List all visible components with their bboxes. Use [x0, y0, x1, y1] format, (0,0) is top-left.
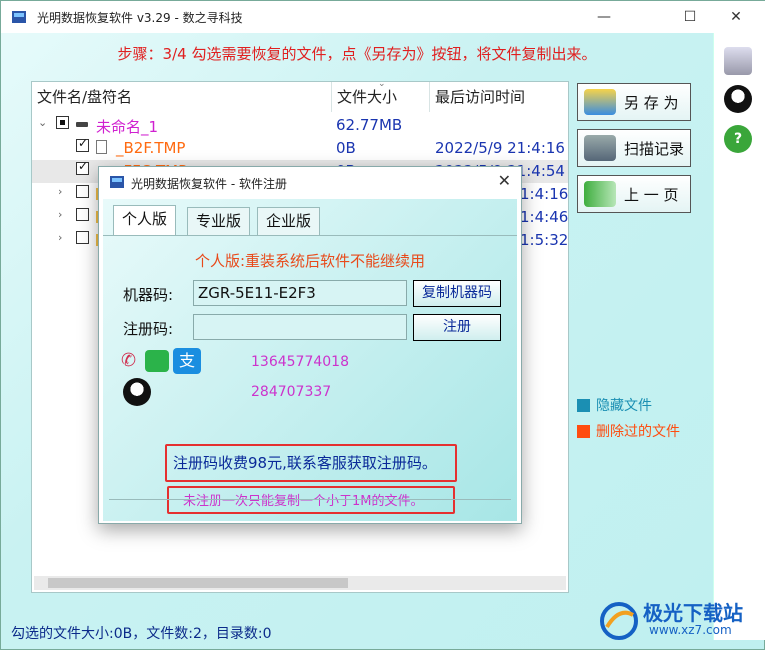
maximize-button[interactable]: ☐: [667, 1, 713, 33]
reg-code-input[interactable]: [193, 314, 407, 340]
row-size: 0B: [336, 139, 356, 157]
row-time: 1:5:32: [520, 231, 569, 249]
copy-machine-code-button[interactable]: 复制机器码: [413, 280, 501, 307]
app-logo-icon: [12, 11, 26, 23]
watermark-logo-icon: [600, 602, 638, 640]
drive-icon: [76, 122, 88, 127]
alipay-icon: 支: [173, 348, 201, 374]
row-name: 未命名_1: [96, 118, 159, 136]
settings-icon[interactable]: [724, 47, 752, 75]
scrollbar-thumb[interactable]: [48, 578, 348, 588]
expand-chevron-icon[interactable]: ›: [58, 208, 62, 221]
expand-chevron-icon[interactable]: ›: [58, 231, 62, 244]
sort-arrow-icon: ⌄: [378, 79, 386, 89]
minimize-button[interactable]: —: [581, 1, 627, 33]
window-title: 光明数据恢复软件 v3.29 - 数之寻科技: [37, 11, 243, 25]
tier-note: 个人版:重装系统后软件不能继续用: [194, 252, 426, 270]
prev-page-button[interactable]: 上 一 页: [577, 175, 691, 213]
help-icon[interactable]: ?: [724, 125, 752, 153]
step-hint: 步骤：3/4 勾选需要恢复的文件，点《另存为》按钮，将文件复制出来。: [117, 45, 597, 63]
phone-icon: ✆: [121, 350, 137, 371]
expand-chevron-icon[interactable]: ›: [58, 185, 62, 198]
qq-icon[interactable]: [724, 85, 752, 113]
watermark-title: 极光下载站: [643, 601, 743, 625]
arrow-left-icon: [584, 181, 616, 207]
legend-hidden: 隐藏文件: [577, 395, 652, 415]
dialog-scrollbar[interactable]: [109, 499, 511, 515]
dialog-close-button[interactable]: ✕: [498, 171, 511, 190]
tab-panel: 个人版:重装系统后软件不能继续用 机器码: ZGR-5E11-E2F3 复制机器…: [103, 235, 517, 514]
camera-icon: [584, 135, 616, 161]
reg-code-label: 注册码:: [123, 320, 174, 338]
dialog-body: 个人版 专业版 企业版 个人版:重装系统后软件不能继续用 机器码: ZGR-5E…: [103, 199, 517, 521]
status-bar: 勾选的文件大小:0B，文件数:2，目录数:0: [11, 626, 272, 642]
column-header-time[interactable]: 最后访问时间: [430, 82, 568, 112]
register-button[interactable]: 注册: [413, 314, 501, 341]
checkbox-checked[interactable]: [76, 159, 89, 175]
column-header-name[interactable]: 文件名/盘符名: [32, 82, 332, 112]
phone-number: 13645774018: [251, 354, 349, 370]
checkbox-partial[interactable]: [56, 116, 69, 129]
checkbox[interactable]: [76, 208, 89, 221]
checkbox-checked[interactable]: [76, 136, 89, 152]
wechat-icon: [145, 350, 169, 372]
row-time: 2022/5/9 21:4:16: [435, 139, 565, 157]
file-icon: [96, 140, 107, 154]
dialog-title-bar: 光明数据恢复软件 - 软件注册 ✕: [99, 167, 521, 197]
tree-row-file[interactable]: _B2F.TMP 0B 2022/5/9 21:4:16: [32, 136, 568, 160]
horizontal-scrollbar[interactable]: [34, 576, 566, 590]
legend-swatch-hidden: [577, 398, 590, 412]
machine-code-label: 机器码:: [123, 286, 174, 304]
close-button[interactable]: ✕: [713, 1, 759, 33]
watermark: 极光下载站 www.xz7.com: [599, 597, 759, 643]
checkbox[interactable]: [76, 231, 89, 244]
machine-code-field[interactable]: ZGR-5E11-E2F3: [193, 280, 407, 306]
prev-page-label: 上 一 页: [624, 185, 679, 204]
legend-label: 删除过的文件: [596, 424, 680, 440]
legend-swatch-deleted: [577, 424, 590, 438]
tab-enterprise[interactable]: 企业版: [257, 207, 321, 235]
save-as-label: 另 存 为: [624, 93, 679, 112]
fee-text: 注册码收费98元,联系客服获取注册码。: [173, 454, 437, 472]
tree-row-drive[interactable]: ⌄ 未命名_1 62.77MB: [32, 114, 568, 137]
right-toolbar: ?: [713, 33, 765, 640]
scan-log-label: 扫描记录: [624, 139, 685, 158]
collapse-chevron-icon[interactable]: ⌄: [38, 116, 47, 129]
watermark-url: www.xz7.com: [649, 623, 732, 637]
row-name: _B2F.TMP: [116, 139, 186, 157]
dialog-title: 光明数据恢复软件 - 软件注册: [131, 177, 287, 191]
row-size: 62.77MB: [336, 116, 403, 134]
legend-label: 隐藏文件: [596, 398, 652, 414]
tab-personal[interactable]: 个人版: [113, 205, 177, 236]
qq-number: 284707337: [251, 384, 332, 400]
checkbox[interactable]: [76, 185, 89, 198]
row-time: 1:4:16: [520, 185, 569, 203]
qq-icon: [123, 378, 151, 406]
app-logo-icon: [110, 176, 124, 188]
save-as-button[interactable]: 另 存 为: [577, 83, 691, 121]
save-folder-icon: [584, 89, 616, 115]
tab-professional[interactable]: 专业版: [187, 207, 251, 235]
row-time: 1:4:46: [520, 208, 569, 226]
title-bar: 光明数据恢复软件 v3.29 - 数之寻科技 — ☐ ✕: [1, 1, 765, 33]
legend-deleted: 删除过的文件: [577, 421, 680, 441]
scan-log-button[interactable]: 扫描记录: [577, 129, 691, 167]
registration-dialog: 光明数据恢复软件 - 软件注册 ✕ 个人版 专业版 企业版 个人版:重装系统后软…: [98, 166, 522, 524]
